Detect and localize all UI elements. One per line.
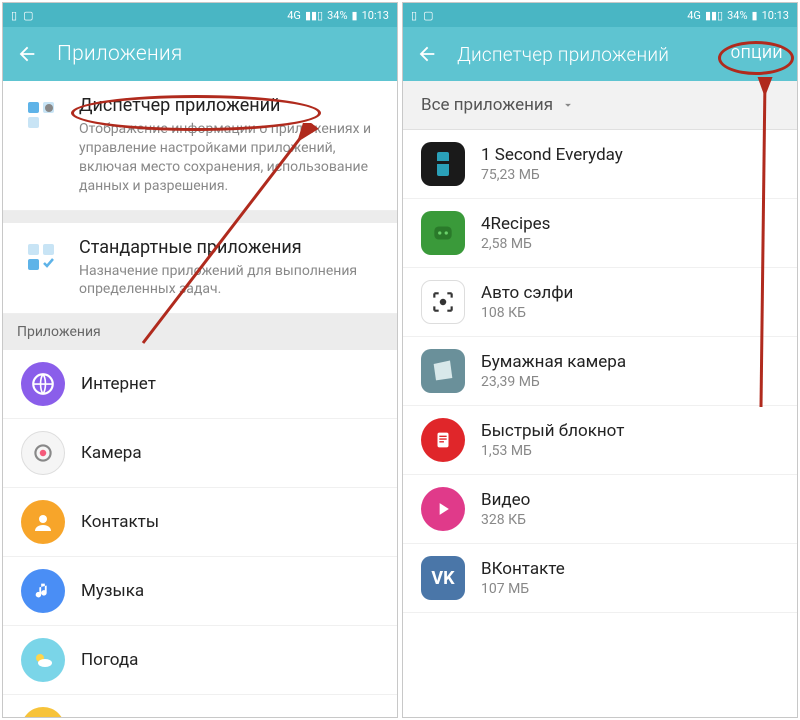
gap (3, 211, 397, 223)
app-label: ВКонтакте (481, 559, 565, 579)
weather-icon (21, 638, 65, 682)
battery-icon: ▮ (752, 9, 758, 22)
app-notepad[interactable]: Быстрый блокнот 1,53 МБ (403, 406, 797, 475)
screenshot-icon: ▢ (23, 9, 33, 22)
network-label: 4G (687, 9, 701, 22)
app-autoselfie[interactable]: Авто сэлфи 108 КБ (403, 268, 797, 337)
app-label: Контакты (81, 512, 159, 532)
app-size: 2,58 МБ (481, 236, 550, 252)
app-camera[interactable]: Камера (3, 419, 397, 488)
app-4recipes[interactable]: 4Recipes 2,58 МБ (403, 199, 797, 268)
item-app-manager[interactable]: Диспетчер приложений Отображение информа… (3, 81, 397, 211)
clock: 10:13 (362, 9, 389, 22)
phone-left: ▯ ▢ 4G ▮▮▯ 34% ▮ 10:13 Приложения Диспет… (2, 2, 398, 718)
app-size: 75,23 МБ (481, 167, 623, 183)
apps-check-icon (25, 241, 57, 273)
app-size: 107 МБ (481, 581, 565, 597)
app-label: Камера (81, 443, 142, 463)
phone-right: ▯ ▢ 4G ▮▮▯ 34% ▮ 10:13 Диспетчер приложе… (402, 2, 798, 718)
app-icon (421, 142, 465, 186)
app-icon (421, 349, 465, 393)
app-vk[interactable]: VK ВКонтакте 107 МБ (403, 544, 797, 613)
app-label: Музыка (81, 581, 144, 601)
app-icon (421, 211, 465, 255)
vk-icon: VK (421, 556, 465, 600)
network-label: 4G (287, 9, 301, 22)
app-bar: Диспетчер приложений ОПЦИИ (403, 27, 797, 81)
signal-icon: ▮▮▯ (305, 9, 323, 22)
back-button[interactable] (15, 42, 39, 66)
app-label: Бумажная камера (481, 352, 626, 372)
app-internet[interactable]: Интернет (3, 350, 397, 419)
app-messages[interactable]: Сообщения (3, 695, 397, 717)
message-icon (21, 707, 65, 717)
battery-text: 34% (327, 9, 347, 22)
page-title: Приложения (57, 42, 385, 66)
battery-icon: ▮ (352, 9, 358, 22)
app-1second[interactable]: 1 Second Everyday 75,23 МБ (403, 130, 797, 199)
app-label: Погода (81, 650, 138, 670)
app-music[interactable]: Музыка (3, 557, 397, 626)
contact-icon (21, 500, 65, 544)
app-list-left: Интернет Камера Контакты Музыка Погода (3, 350, 397, 717)
sim-icon: ▯ (11, 9, 17, 22)
apps-gear-icon (25, 99, 57, 131)
filter-dropdown[interactable]: Все приложения (403, 81, 797, 130)
target-icon (421, 280, 465, 324)
music-icon (21, 569, 65, 613)
section-desc: Назначение приложений для выполнения опр… (79, 262, 381, 300)
status-bar: ▯ ▢ 4G ▮▮▯ 34% ▮ 10:13 (3, 3, 397, 27)
app-label: Быстрый блокнот (481, 421, 624, 441)
app-contacts[interactable]: Контакты (3, 488, 397, 557)
camera-icon (21, 431, 65, 475)
section-desc: Отображение информации о приложениях и у… (79, 120, 381, 196)
app-label: Видео (481, 490, 530, 510)
sim-icon: ▯ (411, 9, 417, 22)
app-label: 4Recipes (481, 214, 550, 234)
app-weather[interactable]: Погода (3, 626, 397, 695)
clock: 10:13 (762, 9, 789, 22)
app-list-right: 1 Second Everyday 75,23 МБ 4Recipes 2,58… (403, 130, 797, 717)
app-size: 23,39 МБ (481, 374, 626, 390)
app-size: 108 КБ (481, 305, 573, 321)
section-title: Стандартные приложения (79, 237, 381, 258)
status-bar: ▯ ▢ 4G ▮▮▯ 34% ▮ 10:13 (403, 3, 797, 27)
app-bar: Приложения (3, 27, 397, 81)
app-papercamera[interactable]: Бумажная камера 23,39 МБ (403, 337, 797, 406)
play-icon (421, 487, 465, 531)
app-label: 1 Second Everyday (481, 145, 623, 165)
chevron-down-icon (561, 98, 575, 112)
page-title: Диспетчер приложений (457, 43, 729, 66)
section-title: Диспетчер приложений (79, 95, 381, 116)
signal-icon: ▮▮▯ (705, 9, 723, 22)
app-label: Интернет (81, 374, 156, 394)
app-video[interactable]: Видео 328 КБ (403, 475, 797, 544)
battery-text: 34% (727, 9, 747, 22)
app-size: 1,53 МБ (481, 443, 624, 459)
category-header: Приложения (3, 314, 397, 350)
app-label: Авто сэлфи (481, 283, 573, 303)
options-button[interactable]: ОПЦИИ (729, 42, 785, 66)
globe-icon (21, 362, 65, 406)
app-size: 328 КБ (481, 512, 530, 528)
back-button[interactable] (415, 42, 439, 66)
filter-label: Все приложения (421, 95, 553, 115)
item-default-apps[interactable]: Стандартные приложения Назначение прилож… (3, 223, 397, 315)
note-icon (421, 418, 465, 462)
screenshot-icon: ▢ (423, 9, 433, 22)
